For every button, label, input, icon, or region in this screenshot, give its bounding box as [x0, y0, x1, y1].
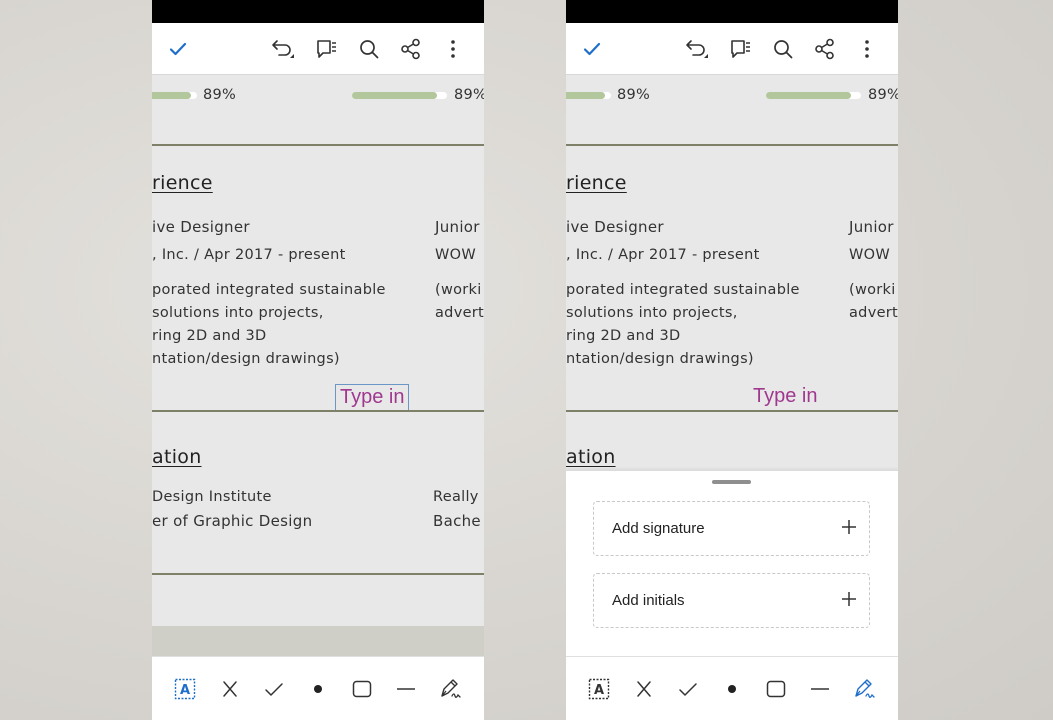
job-description-line: solutions into projects,: [566, 305, 738, 321]
job-description-line: ntation/design drawings): [152, 351, 340, 367]
skill-progress-bar: [352, 92, 447, 99]
line-icon[interactable]: [808, 677, 832, 701]
search-icon[interactable]: [357, 37, 381, 61]
top-toolbar: [152, 23, 484, 75]
signature-bottom-sheet: Add signature Add initials: [566, 470, 898, 656]
section-divider: [152, 573, 484, 575]
share-icon[interactable]: [399, 37, 423, 61]
section-divider: [566, 144, 898, 146]
job-description-line: advert: [849, 305, 898, 321]
skill-percent: 89%: [203, 87, 237, 103]
annotation-toolbar: A: [152, 656, 484, 720]
experience-heading: rience: [566, 172, 627, 194]
job-description-line: porated integrated sustainable: [566, 282, 800, 298]
skill-progress-fill: [152, 92, 191, 99]
education-degree: Bache: [433, 512, 481, 530]
add-signature-button[interactable]: Add signature: [593, 501, 870, 556]
skill-progress-fill: [352, 92, 437, 99]
signature-pen-icon[interactable]: [438, 677, 462, 701]
job-description-line: porated integrated sustainable: [152, 282, 386, 298]
education-heading: ation: [566, 446, 616, 468]
job-description-line: (worki: [849, 282, 896, 298]
search-icon[interactable]: [771, 37, 795, 61]
more-vertical-icon[interactable]: [855, 37, 879, 61]
education-heading: ation: [152, 446, 202, 468]
skill-progress-fill: [766, 92, 851, 99]
check-icon[interactable]: [262, 677, 286, 701]
job-title: ive Designer: [566, 218, 664, 236]
rectangle-icon[interactable]: [764, 677, 788, 701]
skill-percent: 89%: [454, 87, 484, 103]
skill-percent: 89%: [868, 87, 898, 103]
skill-progress-bar: [766, 92, 861, 99]
sheet-drag-handle[interactable]: [712, 480, 751, 484]
job-company: , Inc. / Apr 2017 - present: [152, 247, 346, 263]
undo-icon[interactable]: [271, 37, 295, 61]
skill-progress-fill: [566, 92, 605, 99]
top-toolbar: [566, 23, 898, 75]
page-gap: [152, 626, 484, 656]
svg-text:A: A: [180, 683, 190, 698]
section-divider: [152, 144, 484, 146]
dot-icon[interactable]: [720, 677, 744, 701]
dot-icon[interactable]: [306, 677, 330, 701]
job-description-line: solutions into projects,: [152, 305, 324, 321]
job-description-line: ntation/design drawings): [566, 351, 754, 367]
type-in-text-field[interactable]: Type in: [749, 384, 821, 409]
share-icon[interactable]: [813, 37, 837, 61]
section-divider: [152, 410, 484, 412]
job-company: WOW: [849, 247, 890, 263]
job-title: Junior: [435, 218, 480, 236]
more-vertical-icon[interactable]: [441, 37, 465, 61]
signature-pen-icon[interactable]: [852, 677, 876, 701]
status-bar: [152, 0, 484, 23]
undo-icon[interactable]: [685, 37, 709, 61]
checkmark-icon[interactable]: [580, 37, 604, 61]
education-school: Really: [433, 489, 479, 505]
skill-progress-bar: [566, 92, 611, 99]
add-signature-label: Add signature: [612, 520, 705, 537]
cross-icon[interactable]: [218, 677, 242, 701]
phone-screen-right: 89% 89% rience ive Designer , Inc. / Apr…: [566, 0, 898, 720]
skill-progress-bar: [152, 92, 197, 99]
job-company: , Inc. / Apr 2017 - present: [566, 247, 760, 263]
line-icon[interactable]: [394, 677, 418, 701]
job-description-line: (worki: [435, 282, 482, 298]
document-page[interactable]: 89% 89% rience ive Designer , Inc. / Apr…: [152, 76, 484, 720]
add-initials-button[interactable]: Add initials: [593, 573, 870, 628]
phone-screen-left: 89% 89% rience ive Designer , Inc. / Apr…: [152, 0, 484, 720]
type-in-text-field[interactable]: Type in: [335, 384, 410, 411]
education-degree: er of Graphic Design: [152, 512, 313, 530]
plus-icon: [839, 589, 859, 609]
plus-icon: [839, 517, 859, 537]
skill-percent: 89%: [617, 87, 651, 103]
checkmark-icon[interactable]: [166, 37, 190, 61]
cross-icon[interactable]: [632, 677, 656, 701]
comments-icon[interactable]: [315, 37, 339, 61]
rectangle-icon[interactable]: [350, 677, 374, 701]
job-company: WOW: [435, 247, 476, 263]
text-field-icon[interactable]: A: [173, 677, 197, 701]
job-title: ive Designer: [152, 218, 250, 236]
svg-text:A: A: [594, 683, 604, 698]
section-divider: [566, 410, 898, 412]
education-school: Design Institute: [152, 489, 272, 505]
check-icon[interactable]: [676, 677, 700, 701]
status-bar: [566, 0, 898, 23]
experience-heading: rience: [152, 172, 213, 194]
job-title: Junior: [849, 218, 894, 236]
add-initials-label: Add initials: [612, 592, 685, 609]
job-description-line: ring 2D and 3D: [566, 328, 681, 344]
job-description-line: advert: [435, 305, 484, 321]
annotation-toolbar: A: [566, 656, 898, 720]
job-description-line: ring 2D and 3D: [152, 328, 267, 344]
comments-icon[interactable]: [729, 37, 753, 61]
text-field-icon[interactable]: A: [587, 677, 611, 701]
